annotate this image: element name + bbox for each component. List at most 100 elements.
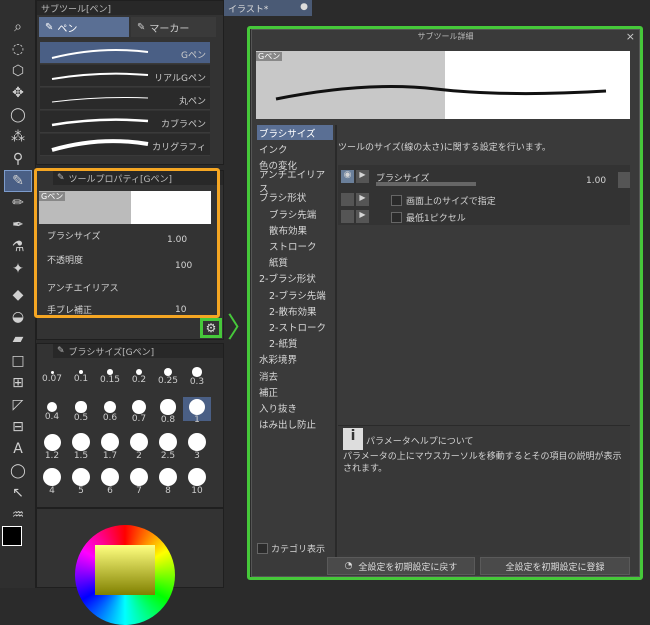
canvas-tab[interactable]: イラスト* ●	[224, 0, 312, 16]
size-dot	[43, 433, 61, 451]
size-dot	[159, 468, 177, 486]
size-label: 1.2	[44, 450, 60, 461]
tab-marker-label: マーカー	[149, 23, 190, 35]
tab-pen[interactable]: ✎ ペン	[39, 17, 129, 37]
brush-size-item[interactable]: 2.5	[154, 432, 182, 461]
size-label: 0.15	[99, 374, 121, 385]
brush-size-item[interactable]: 4	[38, 467, 66, 496]
canvas-tab-title: イラスト*	[228, 5, 269, 15]
size-label: 1.7	[102, 451, 118, 461]
brush-size-item[interactable]: 0.4	[38, 397, 66, 422]
stroke-preview	[51, 139, 149, 152]
rect-icon[interactable]: □	[4, 350, 32, 372]
size-label: 0.07	[41, 373, 63, 384]
layout-icon[interactable]: ⊟	[4, 416, 32, 438]
brush-item-maru-pen[interactable]: 丸ペン	[40, 88, 210, 110]
tool-bar: ⌕ ◌ ⬡ ✥ ◯ ⁂ ⚲ ✎ ✏ ✒ ⚗ ✦ ◆ ◒ ▰ □ ⊞ ◸ ⊟ A …	[0, 0, 36, 588]
brush-item-calligraphy[interactable]: カリグラフィ	[40, 134, 210, 156]
balloon-icon[interactable]: ◯	[4, 460, 32, 482]
brush-size-item[interactable]: 0.8	[154, 397, 182, 425]
size-dot	[47, 402, 57, 412]
brush-size-item[interactable]: 0.1	[67, 362, 95, 386]
size-label: 7	[136, 486, 142, 496]
marker-icon: ✎	[137, 21, 146, 33]
decoration-icon[interactable]: ✦	[4, 258, 32, 280]
brush-size-panel-title: ブラシサイズ[Gペン]	[68, 347, 155, 358]
brush-size-item[interactable]: 0.15	[96, 362, 124, 386]
brush-size-item[interactable]: 1.2	[38, 432, 66, 461]
brush-size-item[interactable]: 0.2	[125, 362, 153, 386]
size-dot	[43, 468, 61, 486]
blend-icon[interactable]: ◒	[4, 306, 32, 328]
size-dot	[130, 433, 148, 451]
brush-size-item[interactable]: 0.3	[183, 362, 211, 387]
object-icon[interactable]: ⬡	[4, 60, 32, 82]
brush-size-item[interactable]: 7	[125, 467, 153, 496]
brush-size-item[interactable]: 2	[125, 432, 153, 461]
select-icon[interactable]: ◯	[4, 104, 32, 126]
brush-size-item[interactable]: 0.7	[125, 397, 153, 424]
brush-icon[interactable]: ✒	[4, 214, 32, 236]
size-dot	[188, 398, 206, 416]
brush-size-panel-header: ✎ ブラシサイズ[Gペン]	[53, 344, 223, 358]
tab-marker[interactable]: ✎ マーカー	[131, 17, 216, 37]
brush-size-item[interactable]: 6	[96, 467, 124, 496]
brush-size-item[interactable]: 5	[67, 467, 95, 496]
size-label: 0.7	[131, 413, 147, 424]
size-dot	[163, 367, 173, 377]
zoom-icon[interactable]: ⌕	[4, 16, 32, 38]
size-dot	[130, 468, 148, 486]
fill-icon[interactable]: ▰	[4, 328, 32, 350]
size-label: 8	[165, 486, 171, 496]
frame-icon[interactable]: ⊞	[4, 372, 32, 394]
brush-size-item[interactable]: 10	[183, 467, 211, 496]
brush-size-item[interactable]: 3	[183, 432, 211, 461]
pencil-icon[interactable]: ✏	[4, 192, 32, 214]
pen-icon: ✎	[57, 346, 65, 356]
size-label: 1.5	[73, 451, 89, 461]
size-dot	[132, 400, 146, 414]
brush-size-item[interactable]: 0.6	[96, 397, 124, 424]
size-dot	[188, 433, 206, 451]
size-label: 0.8	[160, 414, 176, 425]
brush-item-kabura-pen[interactable]: カブラペン	[40, 111, 210, 133]
lasso-icon[interactable]: ◌	[4, 38, 32, 60]
size-dot	[103, 400, 117, 414]
main-color-swatch[interactable]	[2, 526, 22, 546]
size-label: 0.5	[73, 412, 89, 423]
size-label: 4	[49, 486, 55, 496]
brush-size-item[interactable]: 1.7	[96, 432, 124, 461]
size-label: 3	[194, 451, 200, 461]
eraser-icon[interactable]: ◆	[4, 284, 32, 306]
brush-size-item[interactable]: 0.5	[67, 397, 95, 423]
ruler-icon[interactable]: ◸	[4, 394, 32, 416]
correct-icon[interactable]: ↖	[4, 482, 32, 504]
wand-icon[interactable]: ⁂	[4, 126, 32, 148]
pen-icon[interactable]: ✎	[4, 170, 32, 192]
brush-size-item[interactable]: 1	[183, 397, 211, 425]
wrench-icon[interactable]: ⚙	[200, 318, 222, 338]
brush-size-item[interactable]: 0.25	[154, 362, 182, 386]
size-label: 0.6	[102, 413, 118, 424]
size-dot	[159, 433, 177, 451]
size-label: 0.4	[44, 412, 60, 422]
brush-size-item[interactable]: 8	[154, 467, 182, 496]
brush-item-real-gpen[interactable]: リアルGペン	[40, 65, 210, 87]
subtool-panel-title: サブツール[ペン]	[41, 4, 112, 15]
stroke-preview	[51, 72, 149, 80]
brush-size-item[interactable]: 1.5	[67, 432, 95, 461]
brush-size-item[interactable]: 0.07	[38, 362, 66, 386]
droplet-icon[interactable]: ♒	[4, 504, 32, 526]
size-label: 10	[191, 486, 203, 496]
close-icon[interactable]: ●	[300, 2, 308, 12]
text-icon[interactable]: A	[4, 438, 32, 460]
size-dot	[160, 399, 176, 415]
airbrush-icon[interactable]: ⚗	[4, 236, 32, 258]
size-label: 0.2	[131, 375, 147, 386]
move-icon[interactable]: ✥	[4, 82, 32, 104]
stroke-preview	[51, 97, 149, 103]
brush-item-gpen[interactable]: Gペン	[40, 42, 210, 64]
size-dot	[192, 367, 202, 377]
eyedropper-icon[interactable]: ⚲	[4, 148, 32, 170]
size-dot	[135, 368, 143, 376]
